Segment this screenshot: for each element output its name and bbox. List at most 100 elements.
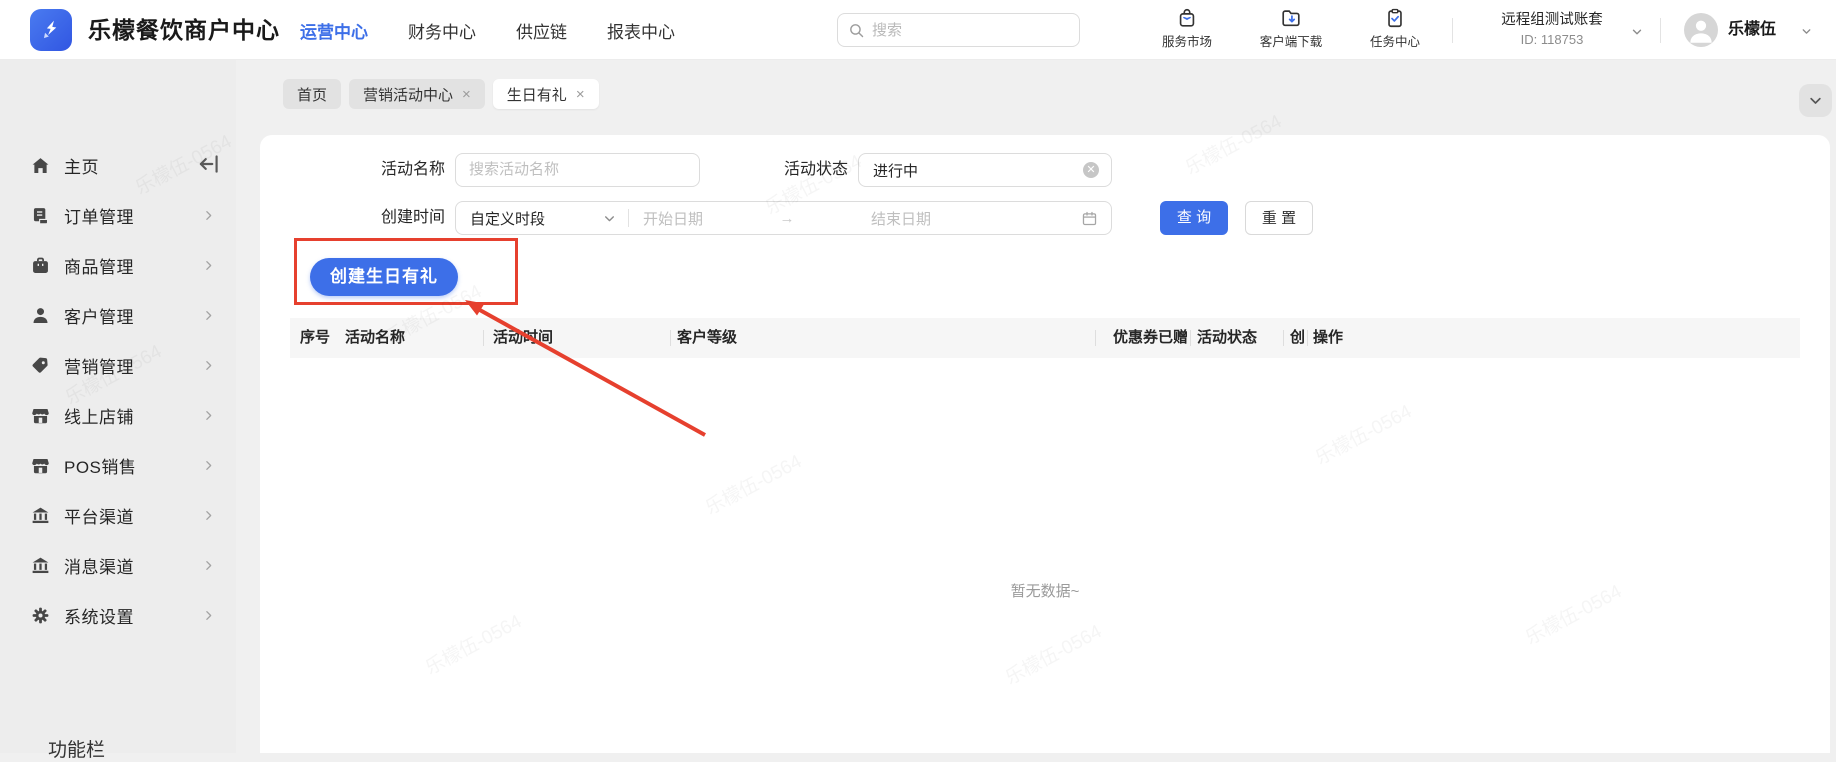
- start-date-input[interactable]: 开始日期: [643, 208, 703, 229]
- close-icon[interactable]: ×: [576, 87, 585, 102]
- service-market[interactable]: 服务市场: [1148, 7, 1226, 50]
- message-bank-icon: [32, 557, 49, 573]
- sidebar-item-products[interactable]: 商品管理: [0, 240, 236, 290]
- chevron-right-icon: [206, 510, 212, 520]
- empty-state-text: 暂无数据~: [1010, 583, 1080, 600]
- task-center-label: 任务中心: [1369, 35, 1420, 49]
- brand-title: 乐檬餐饮商户中心: [88, 17, 280, 43]
- sidebar-item-orders[interactable]: 订单管理: [0, 190, 236, 240]
- account-chevron-down-icon[interactable]: [1630, 25, 1644, 39]
- user-name[interactable]: 乐檬伍: [1728, 0, 1776, 60]
- activity-name-input[interactable]: [469, 161, 669, 178]
- calendar-icon[interactable]: [1081, 210, 1098, 227]
- settings-gear-icon: [32, 607, 49, 623]
- chevron-right-icon: [206, 410, 212, 420]
- pos-store-icon: [32, 458, 49, 473]
- range-type-select[interactable]: 自定义时段: [456, 208, 628, 229]
- sidebar: 主页 订单管理 商品管理 客户管理 营销管理 线上店铺 POS销售 平台渠道 消…: [0, 60, 236, 753]
- task-center-icon: [1388, 8, 1402, 28]
- tab-list-expand-button[interactable]: [1799, 84, 1832, 117]
- annotation-red-arrow: [465, 300, 706, 437]
- top-nav: 运营中心 财务中心 供应链 报表中心: [300, 0, 675, 60]
- marketing-tag-icon: [32, 357, 48, 373]
- open-page-tabs: 首页 营销活动中心 × 生日有礼 ×: [283, 79, 599, 109]
- chevron-right-icon: [206, 210, 212, 220]
- col-activity-status: 活动状态: [1197, 329, 1258, 346]
- end-date-input[interactable]: 结束日期: [871, 208, 1081, 229]
- client-download-label: 客户端下载: [1259, 35, 1323, 49]
- sidebar-item-online-store[interactable]: 线上店铺: [0, 390, 236, 440]
- tab-home[interactable]: 首页: [283, 79, 342, 109]
- activity-status-label: 活动状态: [783, 161, 848, 178]
- range-arrow: →: [779, 209, 795, 227]
- tab-birthday-gift[interactable]: 生日有礼 ×: [492, 79, 599, 109]
- clear-icon[interactable]: ✕: [1083, 162, 1099, 178]
- activity-status-value: 进行中: [873, 162, 919, 180]
- sidebar-item-settings[interactable]: 系统设置: [0, 590, 236, 640]
- chevron-right-icon: [206, 260, 212, 270]
- platform-bank-icon: [32, 507, 49, 523]
- chevron-right-icon: [206, 360, 212, 370]
- col-activity-name: 活动名称: [345, 329, 406, 346]
- create-birthday-gift-button[interactable]: 创建生日有礼: [310, 258, 458, 296]
- search-input[interactable]: [872, 21, 1062, 39]
- sidebar-item-marketing[interactable]: 营销管理: [0, 340, 236, 390]
- tab-marketing-center[interactable]: 营销活动中心 ×: [349, 79, 485, 109]
- query-button[interactable]: 查 询: [1160, 201, 1228, 235]
- home-icon: [32, 157, 49, 173]
- service-market-icon: [1179, 8, 1195, 27]
- collapse-sidebar-icon[interactable]: [196, 151, 222, 177]
- online-store-icon: [32, 408, 49, 423]
- header-tools: 服务市场 客户端下载 任务中心: [1148, 7, 1434, 50]
- sidebar-item-pos[interactable]: POS销售: [0, 440, 236, 490]
- col-actions: 操作: [1313, 329, 1344, 346]
- create-time-label: 创建时间: [380, 209, 445, 226]
- header-divider: [1452, 18, 1453, 43]
- col-customer-level: 客户等级: [677, 329, 738, 346]
- nav-reports[interactable]: 报表中心: [607, 18, 675, 43]
- col-created-truncated: 创: [1290, 329, 1306, 346]
- chevron-right-icon: [206, 310, 212, 320]
- close-icon[interactable]: ×: [462, 87, 471, 102]
- avatar[interactable]: [1684, 13, 1718, 47]
- search-icon: [850, 23, 864, 37]
- range-divider: [628, 209, 629, 227]
- col-index: 序号: [300, 329, 331, 346]
- client-download-icon: [1282, 10, 1300, 27]
- activity-status-select[interactable]: 进行中 ✕: [858, 153, 1112, 187]
- sidebar-item-customers[interactable]: 客户管理: [0, 290, 236, 340]
- user-chevron-down-icon[interactable]: [1800, 25, 1813, 38]
- chevron-right-icon: [206, 560, 212, 570]
- reset-button[interactable]: 重 置: [1245, 201, 1313, 235]
- sidebar-footer-clipped-label: 功能栏: [48, 740, 106, 761]
- sidebar-item-message-channel[interactable]: 消息渠道: [0, 540, 236, 590]
- content-card: 活动名称 活动状态 进行中 ✕ 创建时间 自定义时段 开始日期 → 结束日期 查…: [260, 135, 1830, 753]
- chevron-down-icon: [1810, 97, 1821, 104]
- products-icon: [33, 257, 48, 273]
- account-name: 远程组测试账套: [1501, 12, 1603, 28]
- activity-name-input-wrap[interactable]: [455, 153, 700, 187]
- nav-finance[interactable]: 财务中心: [408, 18, 476, 43]
- nav-supply-chain[interactable]: 供应链: [516, 18, 567, 43]
- chevron-down-icon: [605, 215, 614, 221]
- account-selector[interactable]: 远程组测试账套 ID: 118753: [1478, 8, 1626, 47]
- customers-icon: [33, 307, 48, 323]
- service-market-label: 服务市场: [1161, 35, 1212, 49]
- nav-operations[interactable]: 运营中心: [300, 18, 368, 43]
- create-time-range-control[interactable]: 自定义时段 开始日期 → 结束日期: [455, 201, 1112, 235]
- sidebar-item-platform-channel[interactable]: 平台渠道: [0, 490, 236, 540]
- activity-name-label: 活动名称: [380, 161, 445, 178]
- account-id: ID: 118753: [1520, 32, 1584, 47]
- chevron-right-icon: [206, 610, 212, 620]
- orders-icon: [33, 207, 49, 224]
- sidebar-item-home[interactable]: 主页: [0, 140, 236, 190]
- app-header: 乐檬餐饮商户中心 运营中心 财务中心 供应链 报表中心 服务市场: [0, 0, 1836, 60]
- header-divider: [1660, 18, 1661, 43]
- col-coupons-given: 优惠券已赠: [1113, 329, 1189, 346]
- brand-logo-icon: [30, 9, 72, 51]
- client-download[interactable]: 客户端下载: [1252, 7, 1330, 50]
- table-header: 序号 活动名称 活动时间 客户等级 优惠券已赠 活动状态 创 操作: [290, 318, 1800, 358]
- task-center[interactable]: 任务中心: [1356, 7, 1434, 50]
- global-search[interactable]: [837, 13, 1080, 47]
- col-activity-time: 活动时间: [493, 329, 554, 346]
